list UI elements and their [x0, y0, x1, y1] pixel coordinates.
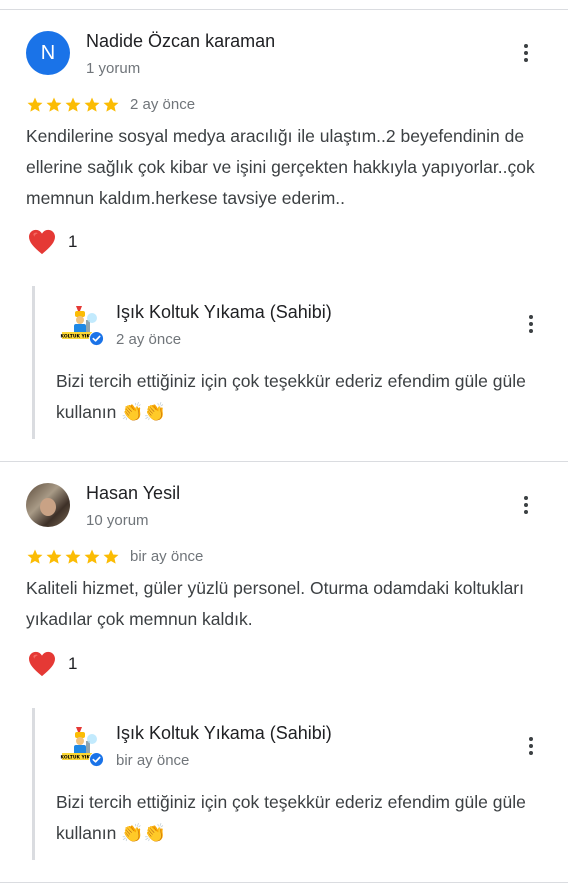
rating-stars — [26, 548, 120, 566]
rating-stars — [26, 96, 120, 114]
owner-reply-time: 2 ay önce — [116, 331, 182, 348]
star-icon — [64, 96, 82, 114]
more-options-button[interactable] — [514, 41, 538, 65]
owner-reply-text: Bizi tercih ettiğiniz için çok teşekkür … — [56, 787, 546, 849]
heart-icon — [28, 229, 56, 255]
like-button[interactable]: 1 — [28, 229, 77, 255]
review-text: Kaliteli hizmet, güler yüzlü personel. O… — [26, 578, 524, 629]
like-count: 1 — [68, 232, 78, 251]
verified-badge-icon — [89, 752, 104, 767]
review-card: Hasan Yesil 10 yorum bir ay önce Kalitel… — [0, 462, 568, 882]
star-icon — [26, 96, 44, 114]
avatar-letter: N — [40, 41, 56, 64]
reviewer-review-count: 1 yorum — [86, 60, 141, 77]
avatar[interactable]: N — [26, 31, 70, 75]
avatar[interactable] — [26, 483, 70, 527]
review-time: 2 ay önce — [130, 96, 196, 113]
owner-name[interactable]: Işık Koltuk Yıkama (Sahibi) — [116, 302, 332, 323]
owner-name[interactable]: Işık Koltuk Yıkama (Sahibi) — [116, 723, 332, 744]
reviewer-review-count: 10 yorum — [86, 512, 149, 529]
owner-reply-text: Bizi tercih ettiğiniz için çok teşekkür … — [56, 366, 546, 428]
avatar-photo — [40, 498, 56, 516]
owner-more-options-button[interactable] — [519, 312, 543, 336]
like-count: 1 — [68, 654, 78, 673]
owner-reply-time: bir ay önce — [116, 752, 190, 769]
star-icon — [83, 548, 101, 566]
star-icon — [45, 548, 63, 566]
more-options-button[interactable] — [514, 493, 538, 517]
star-icon — [26, 548, 44, 566]
owner-reply-bar — [32, 286, 35, 439]
heart-icon — [28, 651, 56, 677]
verified-badge-icon — [89, 331, 104, 346]
bottom-divider — [0, 882, 568, 883]
star-icon — [45, 96, 63, 114]
reviewer-name[interactable]: Nadide Özcan karaman — [86, 31, 275, 52]
review-text: Kendilerine sosyal medya aracılığı ile u… — [26, 126, 535, 208]
star-icon — [102, 96, 120, 114]
star-icon — [102, 548, 120, 566]
star-icon — [64, 548, 82, 566]
like-button[interactable]: 1 — [28, 651, 77, 677]
clap-emoji: 👏👏 — [121, 823, 167, 843]
review-card: N Nadide Özcan karaman 1 yorum 2 ay önce… — [0, 0, 568, 462]
owner-more-options-button[interactable] — [519, 734, 543, 758]
owner-reply-bar — [32, 708, 35, 860]
reviewer-name[interactable]: Hasan Yesil — [86, 483, 180, 504]
star-icon — [83, 96, 101, 114]
review-time: bir ay önce — [130, 548, 204, 565]
clap-emoji: 👏👏 — [121, 402, 167, 422]
